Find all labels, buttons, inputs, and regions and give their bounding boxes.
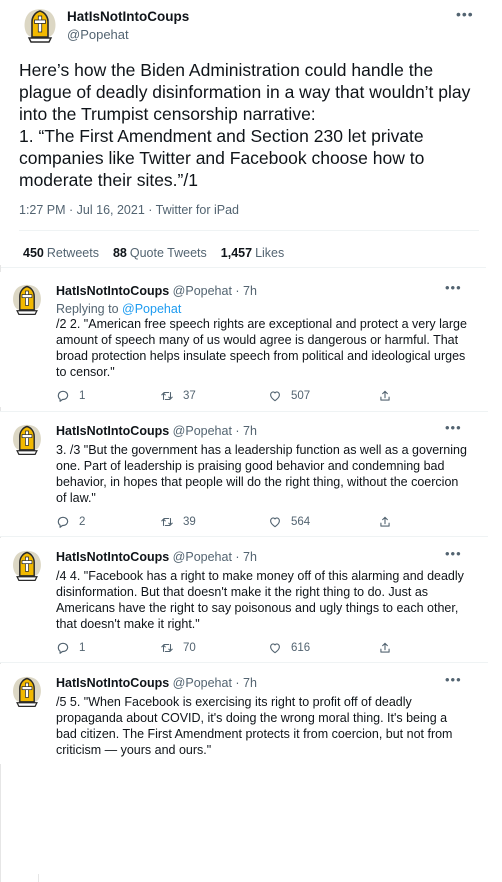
- main-tweet: HatIsNotIntoCoups @Popehat ••• Here’s ho…: [0, 0, 486, 268]
- share-icon: [378, 389, 392, 403]
- author-name[interactable]: HatIsNotIntoCoups: [67, 9, 189, 24]
- more-icon[interactable]: •••: [445, 672, 462, 687]
- reply-button[interactable]: 1: [56, 389, 85, 403]
- like-count: 564: [291, 516, 311, 528]
- reply-button[interactable]: 2: [56, 515, 85, 529]
- quotes-count: 88: [112, 246, 127, 260]
- reply-tweet-4[interactable]: HatIsNotIntoCoups @Popehat · 7h ••• /5 5…: [0, 664, 488, 764]
- reply-header: HatIsNotIntoCoups @Popehat · 7h: [56, 284, 257, 298]
- reply-actions: 1 70 616: [56, 641, 416, 659]
- reply-author-name[interactable]: HatIsNotIntoCoups: [56, 550, 169, 564]
- reply-count: 2: [79, 516, 86, 528]
- avatar-hat-icon[interactable]: [9, 422, 45, 458]
- likes-label: Likes: [255, 246, 285, 260]
- like-button[interactable]: 564: [268, 515, 310, 529]
- reply-author-name[interactable]: HatIsNotIntoCoups: [56, 284, 169, 298]
- reply-handle-time[interactable]: @Popehat · 7h: [173, 550, 257, 564]
- divider: [19, 230, 479, 231]
- reply-text: /5 5. "When Facebook is exercising its r…: [56, 695, 453, 757]
- reply-tweet-1[interactable]: HatIsNotIntoCoups @Popehat · 7h ••• Repl…: [0, 272, 488, 407]
- retweet-count: 37: [183, 390, 196, 402]
- tweet-stats: 450 Retweets 88 Quote Tweets 1,457 Likes: [23, 246, 284, 260]
- reply-author-name[interactable]: HatIsNotIntoCoups: [56, 424, 169, 438]
- reply-handle-time[interactable]: @Popehat · 7h: [173, 284, 257, 298]
- avatar-hat-icon[interactable]: [9, 282, 45, 318]
- reply-actions: 1 37 507: [56, 389, 416, 407]
- reply-actions: 2 39 564: [56, 515, 416, 533]
- tweet-text: Here’s how the Biden Administration coul…: [19, 60, 471, 190]
- retweet-button[interactable]: 39: [160, 515, 196, 529]
- avatar-hat-icon[interactable]: [9, 674, 45, 710]
- retweet-icon: [160, 515, 174, 529]
- avatar-hat-icon[interactable]: [9, 548, 45, 584]
- share-icon: [378, 515, 392, 529]
- like-icon: [268, 515, 282, 529]
- replying-to: Replying to @Popehat: [56, 302, 181, 316]
- reply-tweet-3[interactable]: HatIsNotIntoCoups @Popehat · 7h ••• /4 4…: [0, 538, 488, 662]
- retweet-button[interactable]: 37: [160, 389, 196, 403]
- quotes-label: Quote Tweets: [129, 246, 207, 260]
- like-button[interactable]: 507: [268, 389, 310, 403]
- likes-count: 1,457: [220, 246, 253, 260]
- reply-icon: [56, 389, 70, 403]
- share-icon: [378, 641, 392, 655]
- reply-handle-time[interactable]: @Popehat · 7h: [173, 676, 257, 690]
- reply-header: HatIsNotIntoCoups @Popehat · 7h: [56, 676, 257, 690]
- retweet-count: 39: [183, 516, 196, 528]
- like-icon: [268, 641, 282, 655]
- like-icon: [268, 389, 282, 403]
- replying-prefix: Replying to: [56, 302, 119, 316]
- retweets-count: 450: [23, 246, 44, 260]
- retweet-icon: [160, 641, 174, 655]
- reply-count: 1: [79, 390, 86, 402]
- reply-button[interactable]: 1: [56, 641, 85, 655]
- reply-text: /4 4. "Facebook has a right to make mone…: [56, 569, 464, 631]
- reply-separator: [0, 662, 488, 663]
- author-handle[interactable]: @Popehat: [67, 27, 129, 42]
- like-count: 616: [291, 642, 311, 654]
- more-icon[interactable]: •••: [445, 280, 462, 295]
- replying-handle-link[interactable]: @Popehat: [122, 302, 181, 316]
- share-button[interactable]: [378, 515, 392, 529]
- reply-count: 1: [79, 642, 86, 654]
- reply-icon: [56, 515, 70, 529]
- reply-separator: [0, 536, 488, 537]
- likes-stat[interactable]: 1,457 Likes: [221, 246, 284, 260]
- reply-handle-time[interactable]: @Popehat · 7h: [173, 424, 257, 438]
- retweets-stat[interactable]: 450 Retweets: [23, 246, 99, 260]
- reply-text: /2 2. "American free speech rights are e…: [56, 317, 467, 379]
- tweet-meta: 1:27 PM · Jul 16, 2021 · Twitter for iPa…: [19, 203, 240, 217]
- more-icon[interactable]: •••: [445, 420, 462, 435]
- reply-header: HatIsNotIntoCoups @Popehat · 7h: [56, 424, 257, 438]
- frame-edge: [38, 874, 39, 882]
- reply-header: HatIsNotIntoCoups @Popehat · 7h: [56, 550, 257, 564]
- retweet-count: 70: [183, 642, 196, 654]
- retweet-button[interactable]: 70: [160, 641, 196, 655]
- reply-tweet-2[interactable]: HatIsNotIntoCoups @Popehat · 7h ••• 3. /…: [0, 412, 488, 537]
- quotes-stat[interactable]: 88 Quote Tweets: [113, 246, 207, 260]
- avatar-hat-icon[interactable]: [20, 6, 60, 46]
- more-icon[interactable]: •••: [445, 546, 462, 561]
- share-button[interactable]: [378, 641, 392, 655]
- more-icon[interactable]: •••: [456, 6, 474, 22]
- reply-text: 3. /3 "But the government has a leadersh…: [56, 443, 467, 505]
- retweets-label: Retweets: [46, 246, 99, 260]
- share-button[interactable]: [378, 389, 392, 403]
- reply-icon: [56, 641, 70, 655]
- like-count: 507: [291, 390, 311, 402]
- like-button[interactable]: 616: [268, 641, 310, 655]
- reply-author-name[interactable]: HatIsNotIntoCoups: [56, 676, 169, 690]
- retweet-icon: [160, 389, 174, 403]
